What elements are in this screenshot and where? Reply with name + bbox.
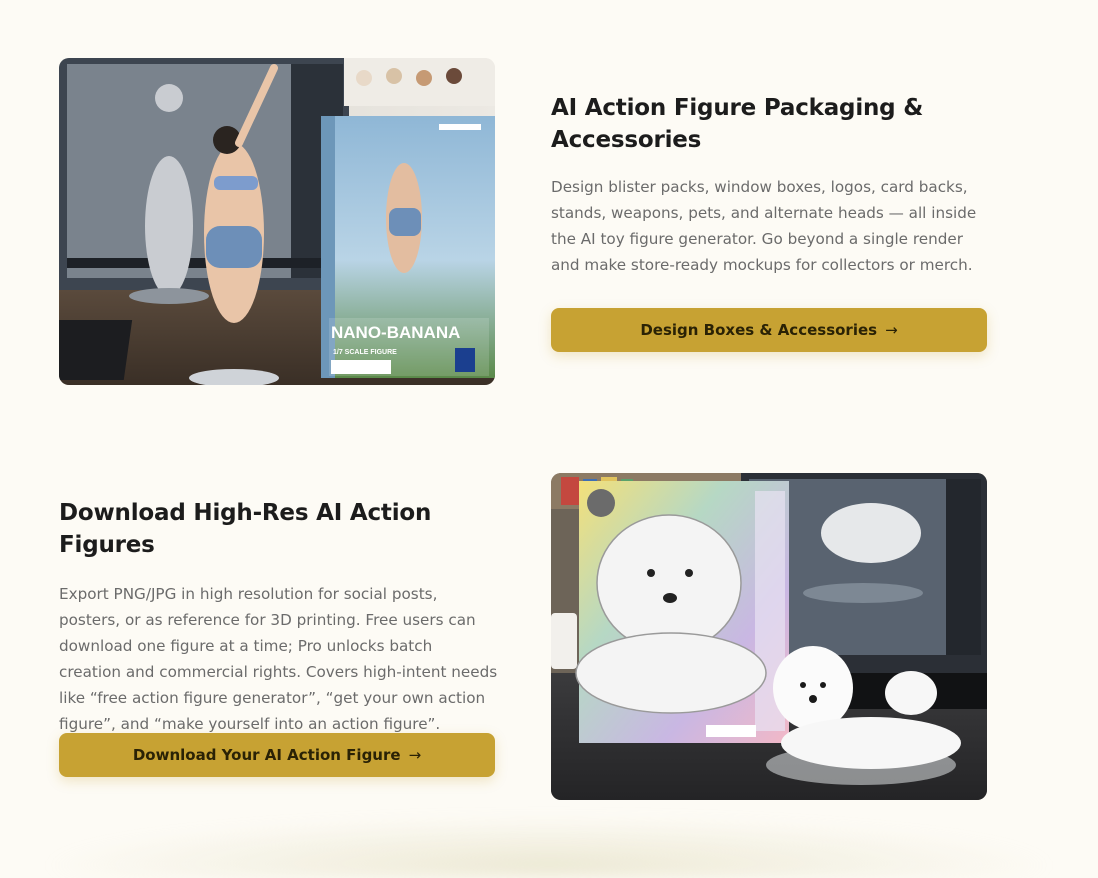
design-boxes-button[interactable]: Design Boxes & Accessories → <box>551 308 987 352</box>
design-boxes-button-label: Design Boxes & Accessories <box>640 321 878 339</box>
download-figure-button[interactable]: Download Your AI Action Figure → <box>59 733 495 777</box>
download-heading: Download High-Res AI Action Figures <box>59 500 432 558</box>
packaging-section: AI Action Figure Packaging & Accessories… <box>551 92 991 278</box>
arrow-right-icon: → <box>885 321 898 339</box>
poodle-figure-image <box>551 473 987 800</box>
arrow-right-icon: → <box>408 746 422 764</box>
download-figure-button-label: Download Your AI Action Figure <box>132 746 401 764</box>
page: NANO-BANANA 1/7 SCALE FIGURE AI Action F… <box>0 0 1098 878</box>
packaging-showcase-image: NANO-BANANA 1/7 SCALE FIGURE <box>59 58 495 385</box>
bottom-glow <box>40 815 1058 878</box>
download-description: Export PNG/JPG in high resolution for so… <box>59 585 498 733</box>
box-title: NANO-BANANA <box>331 323 460 342</box>
download-section: Download High-Res AI Action Figures Expo… <box>59 497 499 737</box>
packaging-heading: AI Action Figure Packaging & Accessories <box>551 95 924 153</box>
box-subtitle: 1/7 SCALE FIGURE <box>333 349 397 356</box>
packaging-description: Design blister packs, window boxes, logo… <box>551 178 977 274</box>
